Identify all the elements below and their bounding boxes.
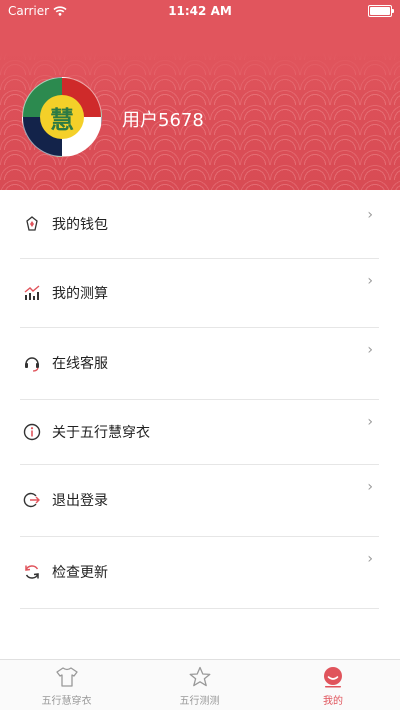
menu-item-label: 退出登录: [52, 493, 108, 509]
shirt-icon: [0, 666, 133, 688]
chevron-right-icon: ›: [367, 207, 373, 223]
tab-label: 五行测测: [179, 696, 220, 707]
chevron-right-icon: ›: [367, 273, 373, 289]
menu-item-label: 关于五行慧穿衣: [52, 424, 150, 441]
tab-test[interactable]: 五行测测: [133, 660, 266, 710]
menu-item-calculation[interactable]: 我的测算 ›: [20, 258, 379, 328]
chevron-right-icon: ›: [367, 479, 373, 495]
menu-item-customer-service[interactable]: 在线客服 ›: [20, 327, 379, 400]
menu-item-about[interactable]: 关于五行慧穿衣 ›: [20, 399, 379, 465]
username[interactable]: 用户5678: [122, 106, 204, 132]
status-bar: Carrier 11:42 AM: [0, 0, 400, 22]
chevron-right-icon: ›: [367, 551, 373, 567]
chevron-right-icon: ›: [367, 342, 373, 358]
headset-icon: [22, 353, 42, 373]
menu-item-label: 在线客服: [52, 356, 108, 372]
face-icon: [266, 666, 400, 688]
menu-item-label: 检查更新: [52, 565, 108, 581]
avatar[interactable]: 慧: [22, 77, 102, 157]
chart-trend-icon: [22, 283, 42, 303]
tab-clothing[interactable]: 五行慧穿衣: [0, 660, 133, 710]
menu-item-label: 我的钱包: [52, 217, 108, 233]
chevron-right-icon: ›: [367, 414, 373, 430]
logout-icon: [22, 490, 42, 510]
tab-label: 五行慧穿衣: [41, 696, 92, 707]
battery-icon: [368, 5, 394, 17]
menu-item-label: 我的测算: [52, 285, 108, 302]
wallet-icon: [22, 214, 42, 234]
menu-item-wallet[interactable]: 我的钱包 ›: [20, 190, 379, 259]
tab-label: 我的: [323, 696, 343, 707]
refresh-icon: [22, 562, 42, 582]
tab-bar: 五行慧穿衣 五行测测 我的: [0, 659, 400, 710]
info-icon: [22, 422, 42, 442]
avatar-char: 慧: [40, 95, 84, 139]
menu-item-check-update[interactable]: 检查更新 ›: [20, 536, 379, 609]
tab-mine[interactable]: 我的: [266, 660, 400, 710]
menu-item-logout[interactable]: 退出登录 ›: [20, 464, 379, 537]
clock: 11:42 AM: [168, 4, 232, 18]
star-icon: [133, 666, 266, 688]
